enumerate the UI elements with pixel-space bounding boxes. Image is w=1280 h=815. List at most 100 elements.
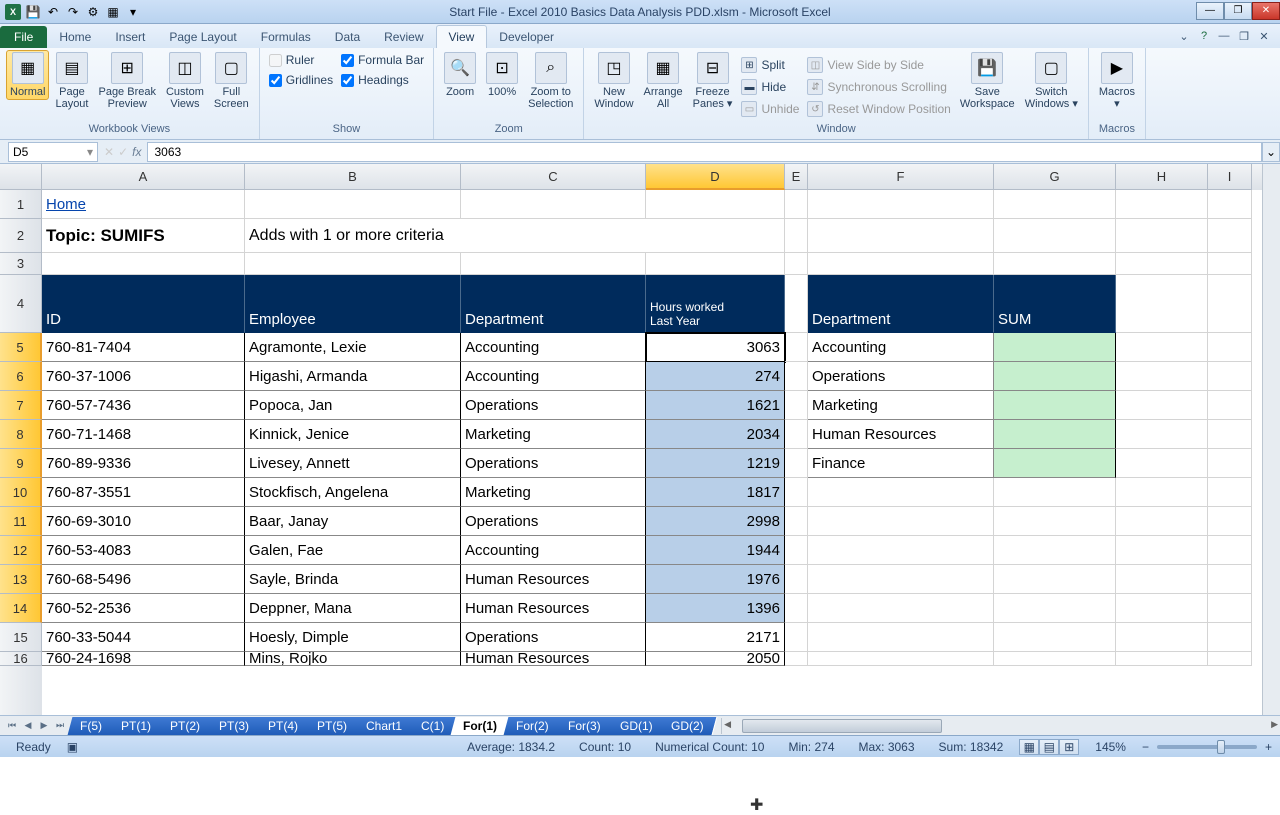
full-screen-button[interactable]: ▢Full Screen: [210, 50, 253, 112]
page-break-view-icon[interactable]: ⊞: [1059, 739, 1079, 755]
cell[interactable]: [1208, 565, 1252, 594]
tab-data[interactable]: Data: [323, 26, 372, 48]
cell[interactable]: [1116, 275, 1208, 333]
tab-view[interactable]: View: [436, 25, 488, 48]
zoom-button[interactable]: 🔍Zoom: [440, 50, 480, 100]
col-header[interactable]: H: [1116, 164, 1208, 190]
page-layout-button[interactable]: ▤Page Layout: [51, 50, 92, 112]
tab-insert[interactable]: Insert: [103, 26, 157, 48]
doc-close-icon[interactable]: ✕: [1256, 28, 1272, 44]
cell[interactable]: 1621: [646, 391, 785, 420]
cell[interactable]: [1208, 362, 1252, 391]
sync-scroll-button[interactable]: ⇵Synchronous Scrolling: [804, 76, 953, 98]
new-window-button[interactable]: ◳New Window: [590, 50, 637, 112]
cell[interactable]: Accounting: [808, 333, 994, 362]
formula-bar-checkbox[interactable]: Formula Bar: [338, 50, 427, 70]
row-header[interactable]: 5: [0, 333, 42, 362]
expand-formula-icon[interactable]: ⌄: [1262, 142, 1280, 162]
cell[interactable]: [1208, 652, 1252, 666]
tab-formulas[interactable]: Formulas: [249, 26, 323, 48]
cell[interactable]: 760-33-5044: [42, 623, 245, 652]
cell[interactable]: 760-53-4083: [42, 536, 245, 565]
enter-icon[interactable]: ✓: [118, 145, 128, 159]
header-cell[interactable]: Department: [461, 275, 646, 333]
cell[interactable]: [1116, 253, 1208, 275]
cell[interactable]: 760-71-1468: [42, 420, 245, 449]
sheet-tab[interactable]: Chart1: [354, 717, 416, 735]
help-icon[interactable]: ?: [1196, 28, 1212, 44]
excel-icon[interactable]: X: [4, 3, 22, 21]
zoom-slider[interactable]: [1157, 745, 1257, 749]
cell[interactable]: [808, 594, 994, 623]
view-side-by-side-button[interactable]: ◫View Side by Side: [804, 54, 953, 76]
col-header[interactable]: G: [994, 164, 1116, 190]
cell[interactable]: 760-57-7436: [42, 391, 245, 420]
cell[interactable]: [646, 190, 785, 219]
sheet-tab[interactable]: For(2): [504, 717, 562, 735]
custom-views-button[interactable]: ◫Custom Views: [162, 50, 208, 112]
cell[interactable]: Operations: [808, 362, 994, 391]
cell[interactable]: 760-37-1006: [42, 362, 245, 391]
minimize-button[interactable]: —: [1196, 2, 1224, 20]
cell[interactable]: [994, 333, 1116, 362]
cell[interactable]: Adds with 1 or more criteria: [245, 219, 785, 253]
cell[interactable]: [785, 478, 808, 507]
sheet-tab[interactable]: PT(3): [207, 717, 263, 735]
col-header[interactable]: B: [245, 164, 461, 190]
cell[interactable]: [808, 478, 994, 507]
cell[interactable]: [994, 623, 1116, 652]
cell[interactable]: [785, 420, 808, 449]
col-header[interactable]: C: [461, 164, 646, 190]
row-header[interactable]: 6: [0, 362, 42, 391]
cell[interactable]: Finance: [808, 449, 994, 478]
cell[interactable]: [994, 536, 1116, 565]
cell[interactable]: [1116, 652, 1208, 666]
cell[interactable]: [1116, 536, 1208, 565]
sheet-tab[interactable]: For(1): [451, 717, 511, 735]
cell[interactable]: [1208, 623, 1252, 652]
maximize-button[interactable]: ❐: [1224, 2, 1252, 20]
cancel-icon[interactable]: ✕: [104, 145, 114, 159]
cell[interactable]: [1116, 420, 1208, 449]
page-break-preview-button[interactable]: ⊞Page Break Preview: [94, 50, 159, 112]
cell[interactable]: [994, 219, 1116, 253]
cell[interactable]: Human Resources: [808, 420, 994, 449]
cell[interactable]: 760-68-5496: [42, 565, 245, 594]
cell[interactable]: [461, 190, 646, 219]
col-header[interactable]: E: [785, 164, 808, 190]
cell[interactable]: [1208, 253, 1252, 275]
doc-restore-icon[interactable]: ❐: [1236, 28, 1252, 44]
cell[interactable]: 760-69-3010: [42, 507, 245, 536]
sheet-tab[interactable]: GD(2): [659, 717, 717, 735]
cell[interactable]: [808, 536, 994, 565]
scrollbar-thumb[interactable]: [742, 719, 942, 733]
cell[interactable]: [1208, 478, 1252, 507]
cell[interactable]: 1817: [646, 478, 785, 507]
cell[interactable]: [785, 391, 808, 420]
save-workspace-button[interactable]: 💾Save Workspace: [956, 50, 1019, 112]
cell[interactable]: [994, 449, 1116, 478]
cell[interactable]: [785, 190, 808, 219]
cell[interactable]: Human Resources: [461, 565, 646, 594]
cell[interactable]: [994, 391, 1116, 420]
cell[interactable]: Marketing: [808, 391, 994, 420]
cell[interactable]: 760-52-2536: [42, 594, 245, 623]
cell[interactable]: [1208, 391, 1252, 420]
split-button[interactable]: ⊞Split: [738, 54, 802, 76]
save-icon[interactable]: 💾: [24, 3, 42, 21]
ruler-checkbox[interactable]: Ruler: [266, 50, 336, 70]
cell[interactable]: [994, 565, 1116, 594]
tab-home[interactable]: Home: [47, 26, 103, 48]
hide-button[interactable]: ▬Hide: [738, 76, 802, 98]
cell[interactable]: Baar, Janay: [245, 507, 461, 536]
cell[interactable]: [808, 219, 994, 253]
cell[interactable]: [1116, 507, 1208, 536]
normal-view-icon[interactable]: ▦: [1019, 739, 1039, 755]
cell[interactable]: [808, 190, 994, 219]
qat-more-icon[interactable]: ▾: [124, 3, 142, 21]
cell[interactable]: 1396: [646, 594, 785, 623]
row-header[interactable]: 14: [0, 594, 42, 623]
cell[interactable]: 1219: [646, 449, 785, 478]
cell[interactable]: [994, 594, 1116, 623]
unhide-button[interactable]: ▭Unhide: [738, 98, 802, 120]
